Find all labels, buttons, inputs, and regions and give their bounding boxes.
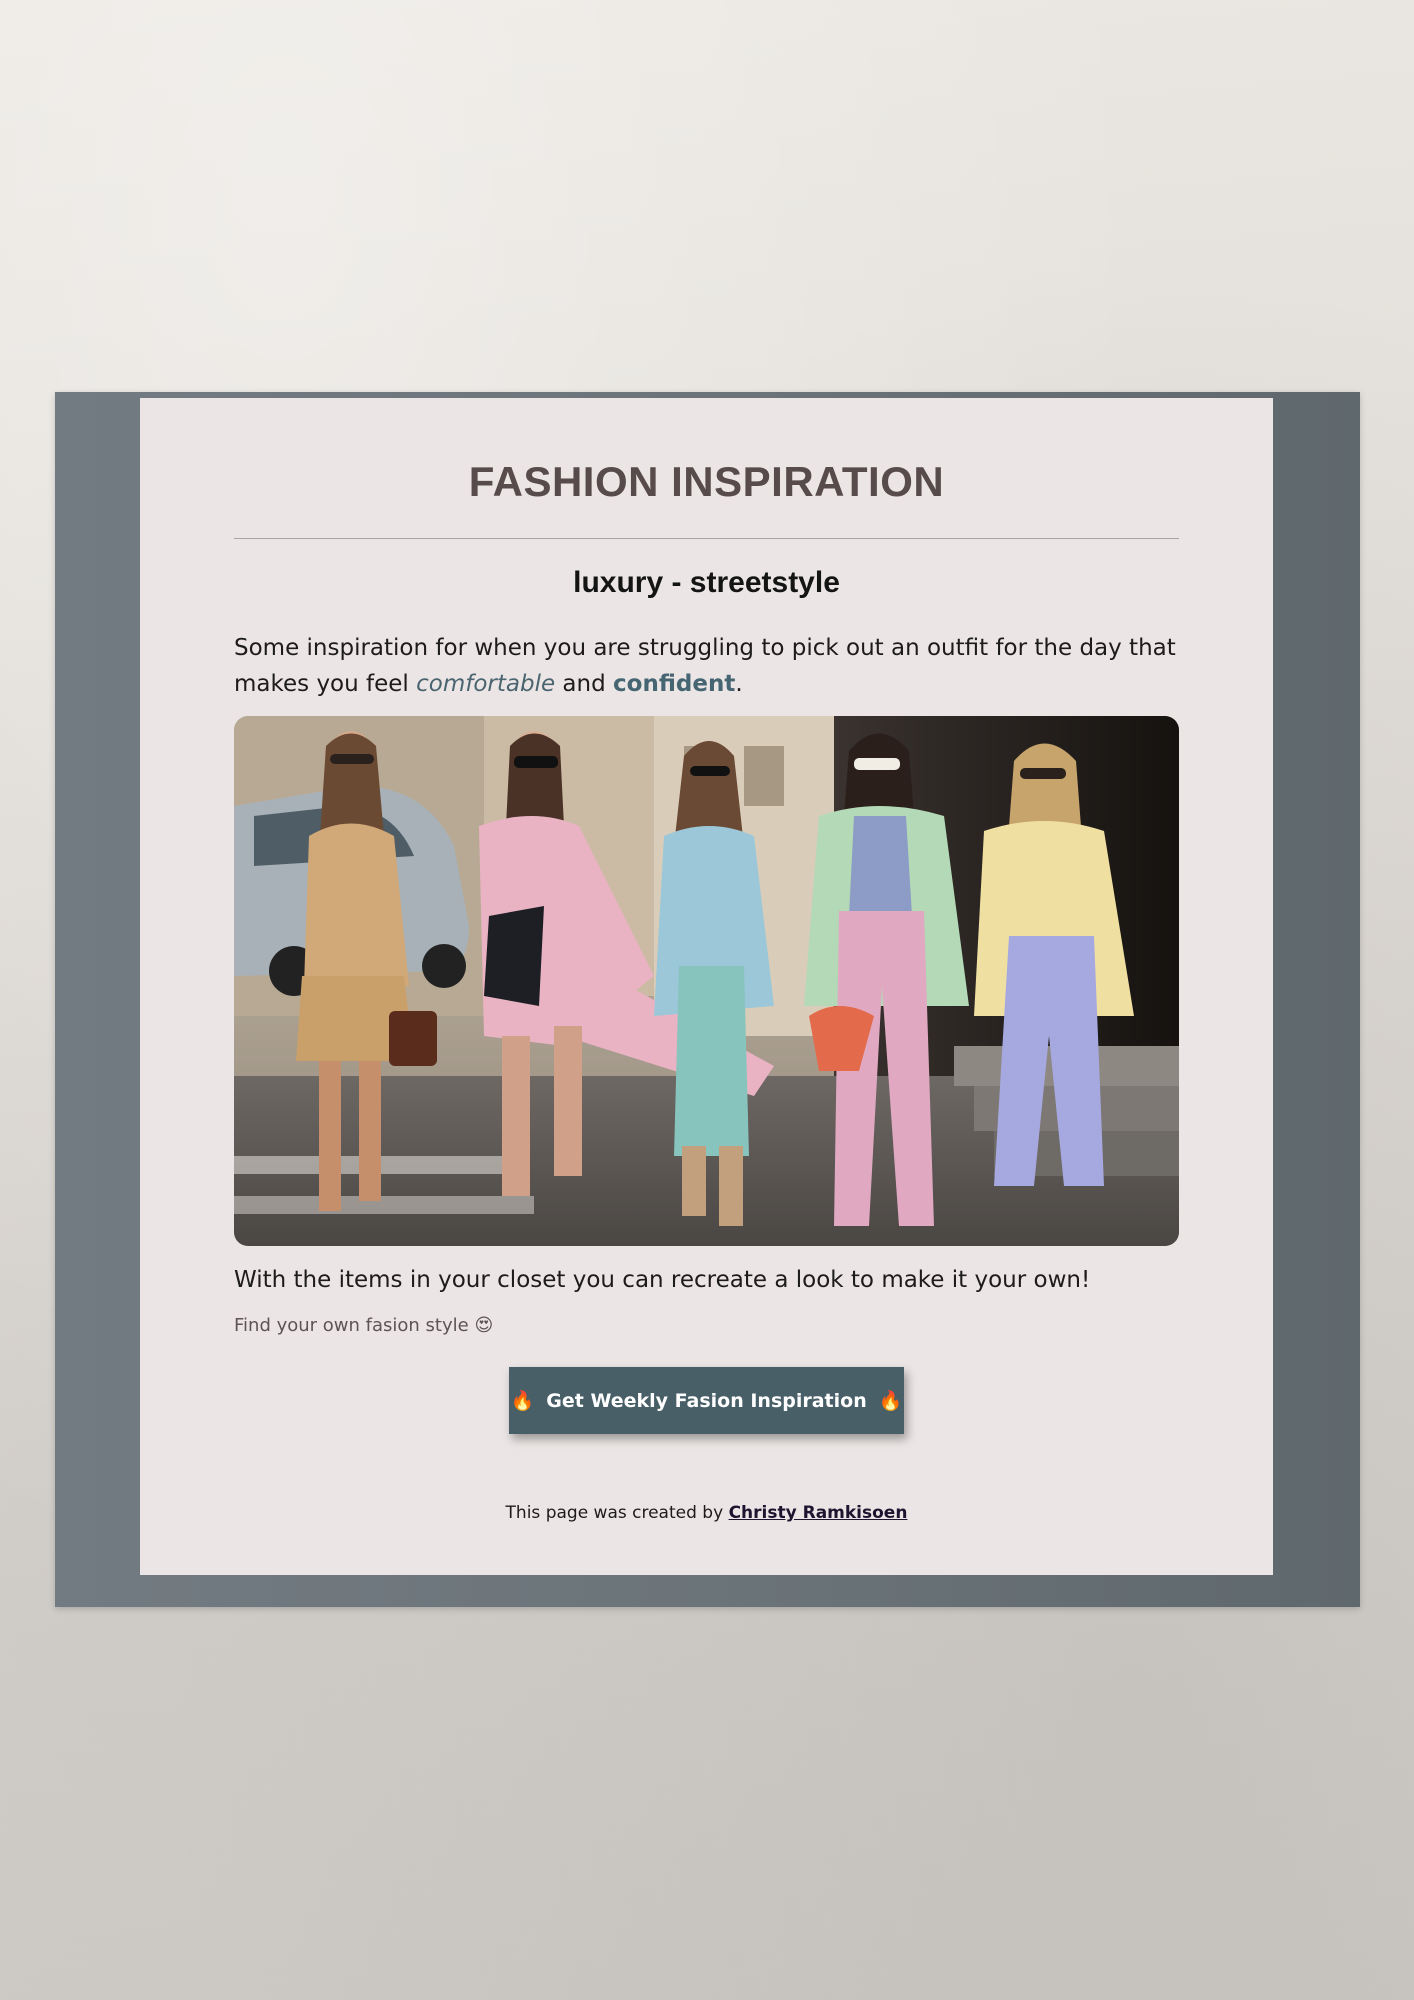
intro-emphasis: comfortable xyxy=(416,671,556,697)
streetstyle-photo xyxy=(234,716,1179,1246)
title-divider xyxy=(234,538,1179,539)
intro-text-end: . xyxy=(735,671,743,697)
cta-label: Get Weekly Fasion Inspiration xyxy=(546,1389,867,1412)
footer-prefix: This page was created by xyxy=(505,1503,729,1523)
page-subtitle: luxury - streetstyle xyxy=(573,566,840,599)
closet-text: With the items in your closet you can re… xyxy=(234,1267,1091,1293)
page-title: FASHION INSPIRATION xyxy=(468,458,945,505)
photo-illustration xyxy=(234,716,1179,1246)
fire-icon-right: 🔥 xyxy=(878,1390,903,1412)
page-footer: This page was created by Christy Ramkiso… xyxy=(140,1503,1273,1523)
intro-text-middle: and xyxy=(555,671,614,697)
fire-icon-left: 🔥 xyxy=(510,1390,535,1412)
style-text: Find your own fasion style 😍 xyxy=(234,1313,834,1339)
intro-strong: confident xyxy=(613,671,736,697)
heart-eyes-emoji-icon: 😍 xyxy=(474,1315,494,1336)
intro-paragraph: Some inspiration for when you are strugg… xyxy=(234,630,1179,702)
author-link[interactable]: Christy Ramkisoen xyxy=(729,1503,908,1523)
content-card: FASHION INSPIRATION luxury - streetstyle… xyxy=(140,398,1273,1575)
style-label: Find your own fasion style xyxy=(234,1315,469,1336)
weekly-inspiration-button[interactable]: 🔥 Get Weekly Fasion Inspiration 🔥 xyxy=(509,1367,904,1434)
